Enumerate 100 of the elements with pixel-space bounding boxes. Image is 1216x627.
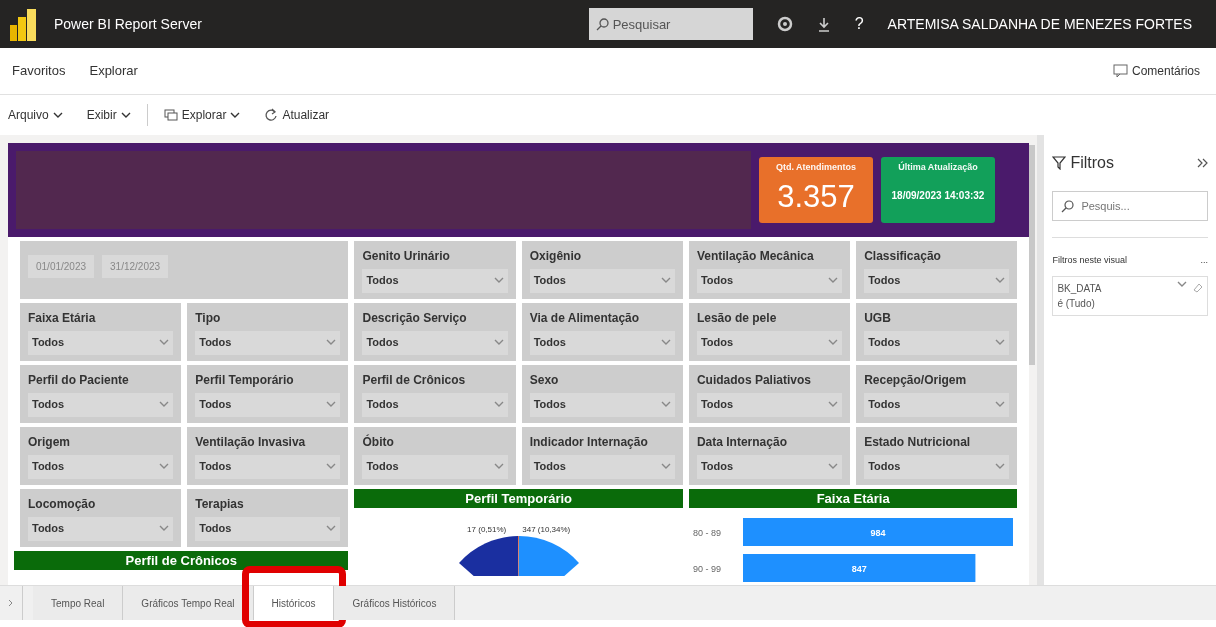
chevron-down-icon (159, 525, 170, 532)
settings-icon[interactable] (776, 16, 793, 32)
filter-field: BK_DATA (1057, 280, 1177, 296)
chevron-down-icon (326, 525, 337, 532)
dropdown[interactable]: Todos (864, 330, 1010, 355)
chevron-down-icon (326, 401, 337, 408)
slicer-label: UGB (864, 309, 892, 327)
toolbar-button[interactable]: Arquivo (8, 106, 63, 124)
slicer-label: Cuidados Paliativos (696, 371, 812, 389)
section-label: Filtros neste visual (1052, 254, 1127, 267)
dropdown[interactable]: Todos (696, 392, 843, 417)
chart-title: Perfil de Crônicos (14, 550, 349, 570)
more-button[interactable]: ... (1200, 254, 1208, 268)
toolbar-button[interactable]: Explorar (163, 106, 241, 124)
chevron-down-icon (828, 339, 839, 346)
chevron-down-icon (995, 401, 1006, 408)
chevron-down-icon (660, 463, 671, 470)
chevron-down-icon (493, 277, 504, 284)
filter-icon (1052, 156, 1067, 170)
dropdown[interactable]: Todos (28, 330, 174, 355)
chart-title: Faixa Etária (688, 488, 1018, 508)
dropdown[interactable]: Todos (28, 516, 174, 541)
chevron-down-icon (828, 277, 839, 284)
chevron-down-icon (159, 339, 170, 346)
chart-title: Perfil Temporário (354, 488, 683, 508)
dropdown[interactable]: Todos (28, 454, 174, 479)
dropdown[interactable]: Todos (362, 268, 508, 293)
slicer-label: Lesão de pele (696, 309, 778, 327)
slicer-label: Ventilação Invasiva (195, 433, 307, 451)
chevron-down-icon (995, 277, 1006, 284)
help-button[interactable]: ? (854, 12, 864, 36)
dropdown[interactable]: Todos (696, 330, 843, 355)
slicer-label: Genito Urinário (362, 247, 451, 265)
chevron-down-icon (828, 401, 839, 408)
dropdown[interactable]: Todos (195, 392, 341, 417)
nav-link[interactable]: Favoritos (12, 61, 66, 81)
slicer-label: Indicador Internação (529, 433, 649, 451)
page-tab[interactable]: Gráficos Históricos (334, 586, 456, 620)
user-name[interactable]: ARTEMISA SALDANHA DE MENEZES FORTES (887, 13, 1192, 35)
axis-label: 90 - 99 (692, 564, 721, 574)
chevron-down-icon (326, 339, 337, 346)
page-tab[interactable]: Tempo Real (33, 586, 124, 620)
dropdown[interactable]: Todos (696, 454, 843, 479)
search-field[interactable]: Pesquis... (1052, 191, 1208, 221)
slicer-label: Óbito (362, 433, 395, 451)
chevron-down-icon[interactable] (1177, 280, 1187, 288)
slicer-label: Recepção/Origem (864, 371, 968, 389)
dropdown[interactable]: Todos (362, 454, 508, 479)
scrollbar[interactable] (1029, 145, 1036, 365)
dropdown[interactable]: Todos (529, 330, 675, 355)
comments-button[interactable]: Comentários (1112, 62, 1200, 80)
dropdown[interactable]: Todos (529, 392, 675, 417)
chevron-down-icon (493, 463, 504, 470)
toolbar-button[interactable]: Atualizar (264, 106, 330, 124)
toolbar-button[interactable]: Exibir (86, 106, 131, 124)
dropdown[interactable]: Todos (362, 392, 508, 417)
dropdown[interactable]: Todos (864, 392, 1010, 417)
filter-value: é (Tudo) (1057, 296, 1096, 311)
search-icon (595, 18, 609, 31)
chevron-down-icon (493, 401, 504, 408)
page-tab[interactable]: Gráficos Tempo Real (123, 586, 254, 620)
dropdown[interactable]: Todos (696, 268, 843, 293)
slicer-label: Terapias (195, 495, 245, 513)
page-tab[interactable]: Históricos (253, 586, 335, 620)
kpi-value: 18/09/2023 14:03:32 (891, 189, 985, 204)
slicer-label: Origem (28, 433, 71, 451)
chevron-down-icon (660, 277, 671, 284)
slicer-label: Faixa Etária (28, 309, 97, 327)
dropdown[interactable]: Todos (529, 454, 675, 479)
axis-label: 80 - 89 (692, 528, 721, 538)
dropdown[interactable]: Todos (195, 330, 341, 355)
slicer-label: Perfil Temporário (195, 371, 295, 389)
refresh-icon (264, 108, 279, 122)
dropdown[interactable]: Todos (195, 516, 341, 541)
dropdown[interactable]: Todos (362, 330, 508, 355)
pane-title: Filtros (1070, 153, 1114, 173)
filter-card[interactable]: BK_DATA é (Tudo) (1052, 275, 1208, 316)
dropdown[interactable]: Todos (529, 268, 675, 293)
dropdown[interactable]: Todos (28, 392, 174, 417)
chevron-down-icon (120, 111, 131, 119)
chevron-down-icon (660, 339, 671, 346)
slicer-label: Data Internação (696, 433, 788, 451)
search-icon (1061, 200, 1075, 213)
search-field[interactable]: Pesquisar (588, 8, 753, 40)
dropdown[interactable]: Todos (864, 268, 1010, 293)
slicer-label: Tipo (195, 309, 222, 327)
nav-link[interactable]: Explorar (89, 61, 138, 81)
kpi-title: Qtd. Atendimentos (775, 160, 857, 174)
collapse-icon[interactable] (1197, 158, 1208, 168)
data-label: 17 (0,51%) (467, 524, 507, 536)
slicer-label: Perfil de Crônicos (362, 371, 467, 389)
next-page-icon[interactable] (8, 599, 14, 607)
kpi-title: Última Atualização (898, 160, 978, 174)
app-title: Power BI Report Server (54, 14, 202, 34)
data-label: 984 (870, 528, 886, 538)
dropdown[interactable]: Todos (864, 454, 1010, 479)
chevron-down-icon (326, 463, 337, 470)
download-icon[interactable] (816, 16, 831, 32)
dropdown[interactable]: Todos (195, 454, 341, 479)
chevron-down-icon (493, 339, 504, 346)
